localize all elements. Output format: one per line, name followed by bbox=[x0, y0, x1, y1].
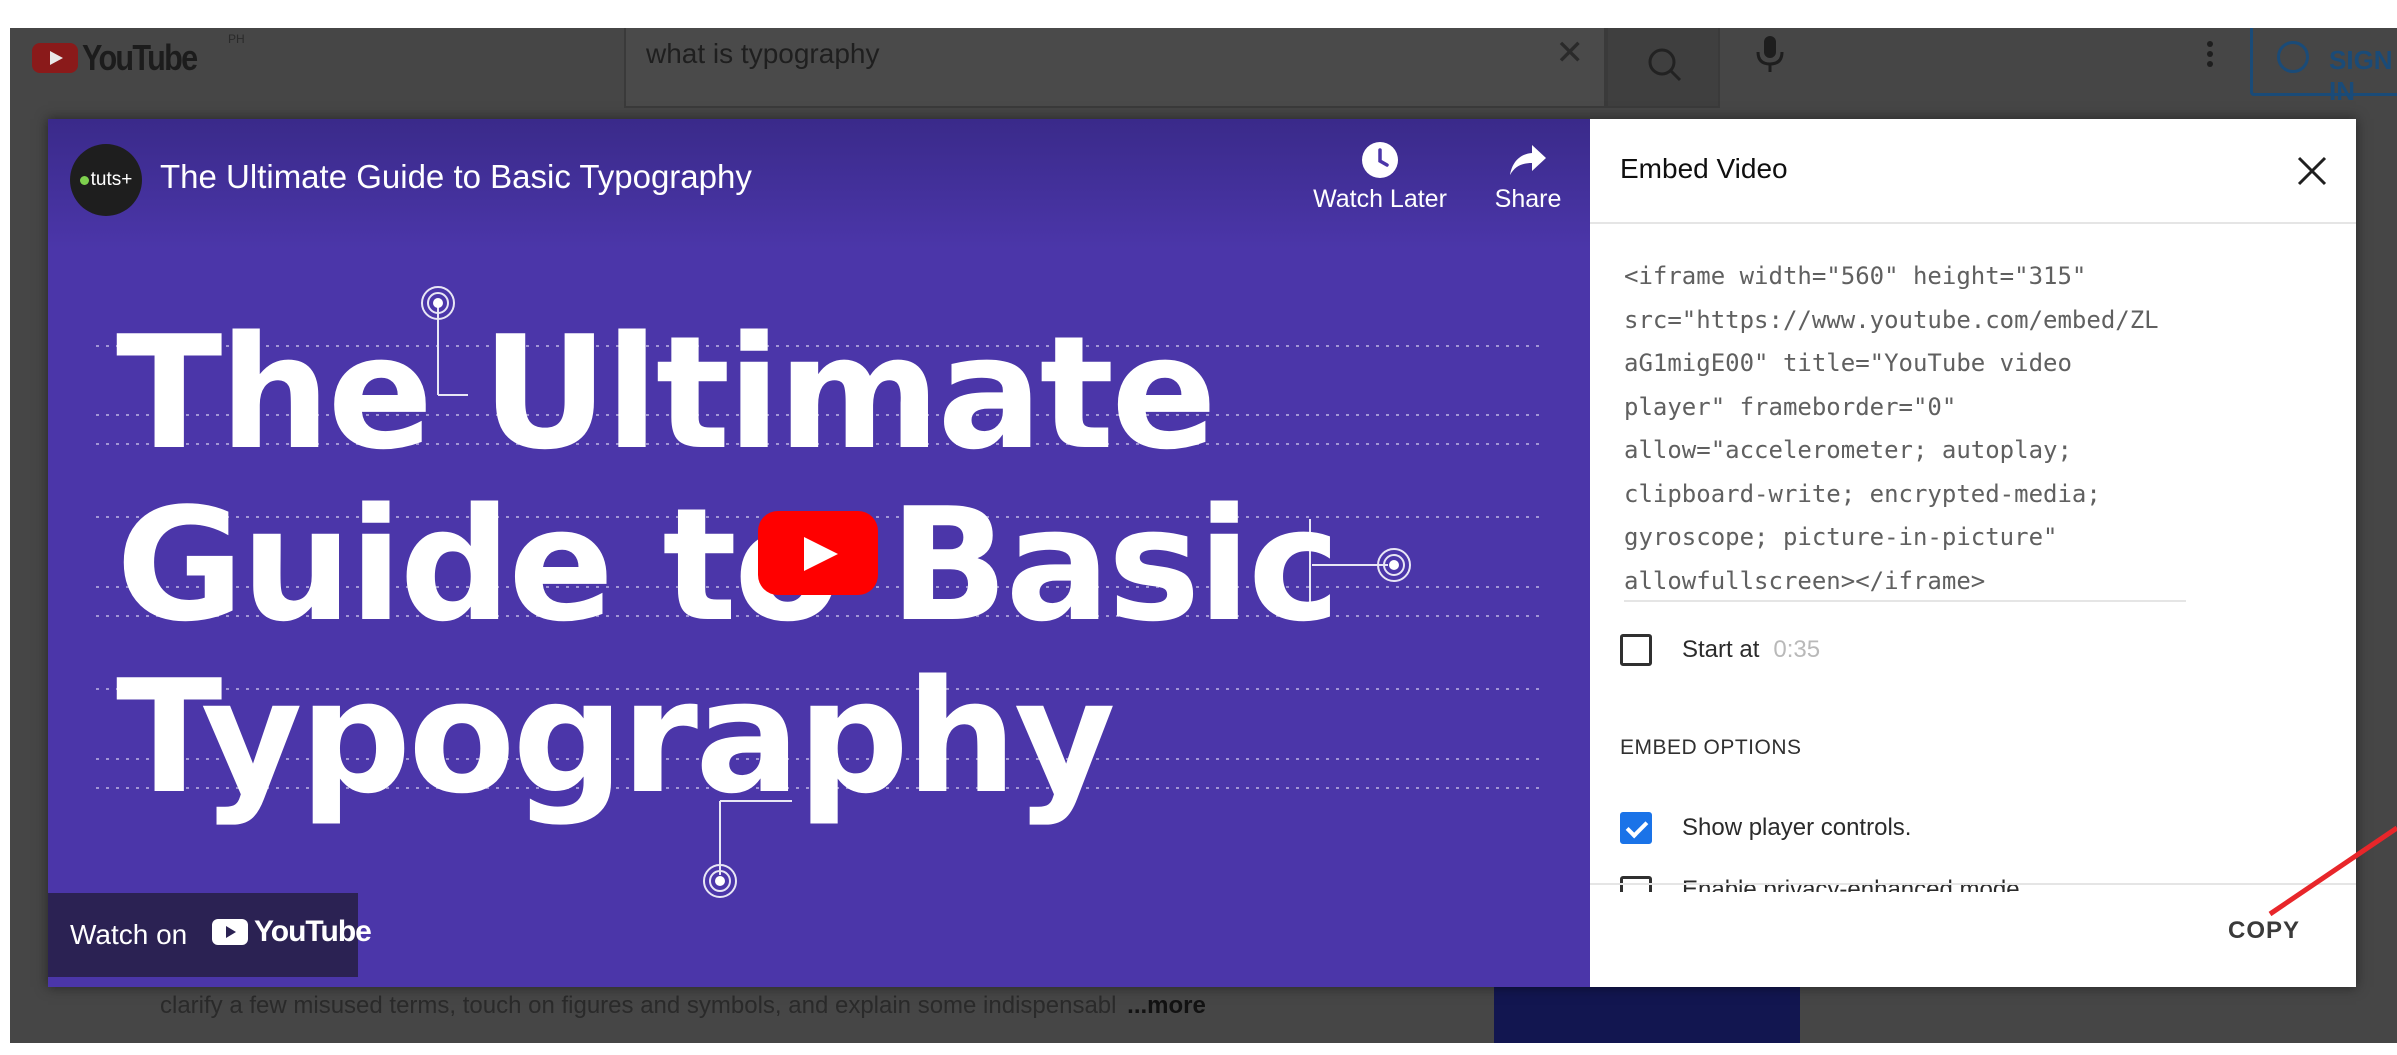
watch-on-brand: YouTube bbox=[254, 915, 372, 948]
embed-code-textarea[interactable]: <iframe width="560" height="315" src="htt… bbox=[1624, 255, 2184, 603]
start-at-label: Start at bbox=[1682, 636, 1760, 663]
show-player-controls-option[interactable]: Show player controls. bbox=[1620, 808, 1911, 848]
clock-icon bbox=[1362, 142, 1398, 178]
share-arrow-icon bbox=[1510, 145, 1546, 175]
start-at-time-input[interactable]: 0:35 bbox=[1773, 636, 1820, 664]
start-at-option[interactable]: Start at 0:35 bbox=[1620, 630, 1820, 670]
show-player-controls-label: Show player controls. bbox=[1682, 814, 1912, 841]
video-description: clarify a few misused terms, touch on fi… bbox=[160, 992, 1206, 1020]
youtube-logo-text: YouTube bbox=[82, 37, 198, 78]
video-title[interactable]: The Ultimate Guide to Basic Typography bbox=[160, 158, 752, 196]
embed-code-line: <iframe width="560" height="315" bbox=[1624, 262, 2087, 290]
thumbnail-text-line: Guide to Basic bbox=[116, 474, 1340, 656]
channel-avatar-text: tuts+ bbox=[90, 169, 133, 190]
embed-code-underline bbox=[1624, 600, 2186, 602]
thumbnail-text-line: The Ultimate bbox=[116, 302, 1217, 484]
search-input[interactable]: what is typography ✕ bbox=[624, 28, 1606, 108]
sign-in-button[interactable]: SIGN IN bbox=[2250, 28, 2397, 106]
header-divider bbox=[1590, 222, 2356, 224]
share-button[interactable]: Share bbox=[1478, 141, 1578, 214]
embed-code-line: aG1migE00" title="YouTube video bbox=[1624, 349, 2072, 377]
start-at-checkbox[interactable] bbox=[1620, 634, 1652, 666]
video-preview[interactable]: The Ultimate Guide to Basic Typography t… bbox=[48, 119, 1590, 987]
youtube-play-icon bbox=[212, 919, 248, 945]
watch-on-youtube-button[interactable]: Watch on YouTube bbox=[48, 893, 372, 977]
search-icon bbox=[1648, 48, 1682, 82]
embed-video-dialog: The Ultimate Guide to Basic Typography t… bbox=[48, 119, 2356, 987]
embed-dialog-title: Embed Video bbox=[1620, 153, 1788, 184]
youtube-logo[interactable]: YouTube PH bbox=[32, 30, 245, 86]
account-icon bbox=[2277, 41, 2309, 73]
watch-on-label: Watch on bbox=[70, 919, 188, 950]
clear-search-icon[interactable]: ✕ bbox=[1556, 36, 1585, 70]
watch-later-label: Watch Later bbox=[1313, 185, 1447, 213]
more-options-icon[interactable] bbox=[2200, 34, 2220, 78]
embed-code-line: clipboard-write; encrypted-media; bbox=[1624, 479, 2101, 508]
embed-code-line: player" frameborder="0" bbox=[1624, 392, 1957, 421]
share-label: Share bbox=[1494, 185, 1562, 213]
channel-avatar[interactable]: tuts+ bbox=[70, 144, 142, 216]
show-more-link[interactable]: ...more bbox=[1127, 992, 1206, 1019]
thumbnail-text-line: Typography bbox=[116, 646, 1116, 828]
tuts-leaf-icon bbox=[79, 175, 89, 185]
play-button[interactable] bbox=[758, 511, 878, 595]
embed-options-heading: EMBED OPTIONS bbox=[1620, 736, 1802, 759]
embed-code-line: allow="accelerometer; autoplay; bbox=[1624, 436, 2072, 464]
description-text: clarify a few misused terms, touch on fi… bbox=[160, 992, 1117, 1019]
watch-later-button[interactable]: Watch Later bbox=[1290, 141, 1470, 214]
embed-code-line: src="https://www.youtube.com/embed/ZL bbox=[1624, 305, 2159, 334]
footer-divider bbox=[1590, 883, 2356, 885]
search-button[interactable] bbox=[1606, 28, 1720, 108]
youtube-play-logo-icon bbox=[32, 43, 78, 73]
embed-panel: Embed Video <iframe width="560" height="… bbox=[1590, 119, 2356, 987]
show-player-controls-checkbox[interactable] bbox=[1620, 812, 1652, 844]
copy-button[interactable]: COPY bbox=[2228, 917, 2300, 945]
microphone-icon[interactable] bbox=[1750, 34, 1790, 78]
logo-country-code: PH bbox=[228, 32, 245, 46]
search-query-text: what is typography bbox=[646, 38, 880, 69]
sign-in-label: SIGN IN bbox=[2329, 45, 2393, 106]
embed-code-line: allowfullscreen></iframe> bbox=[1624, 566, 1986, 595]
embed-code-line: gyroscope; picture-in-picture" bbox=[1624, 523, 2058, 551]
close-icon[interactable] bbox=[2284, 143, 2340, 199]
related-video-thumbnail[interactable] bbox=[1494, 978, 1800, 1043]
